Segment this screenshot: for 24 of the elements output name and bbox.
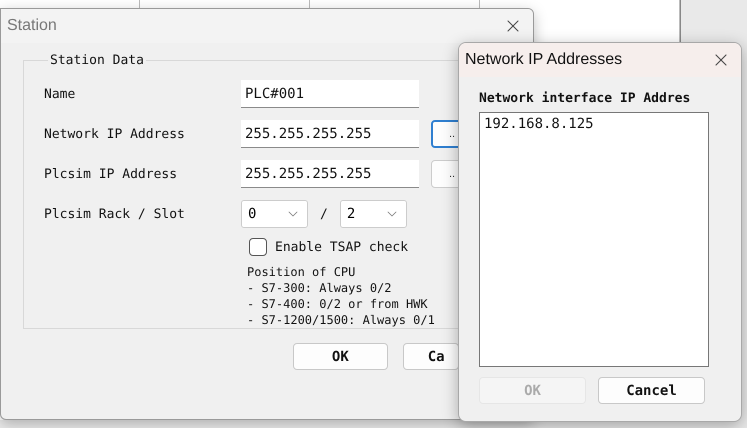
window-title: Network IP Addresses <box>465 51 622 69</box>
group-title: Station Data <box>49 53 145 68</box>
field-label: Network IP Address <box>44 126 186 142</box>
field-label: Name <box>44 86 76 102</box>
cancel-button[interactable]: Cancel <box>598 377 705 404</box>
input-field[interactable]: PLC#001 <box>241 80 419 108</box>
help-text: - S7-1200/1500: Always 0/1 <box>247 312 436 328</box>
checkbox-label: Enable TSAP check <box>275 240 408 254</box>
input-field[interactable]: 255.255.255.255 <box>241 120 419 148</box>
slot-dropdown[interactable]: 2 <box>340 200 407 228</box>
help-text: - S7-400: 0/2 or from HWK <box>247 296 429 312</box>
ok-button[interactable]: OK <box>293 343 388 370</box>
field-label: Plcsim Rack / Slot <box>44 206 186 222</box>
help-text: Position of CPU <box>247 264 356 280</box>
field-label: Plcsim IP Address <box>44 166 178 182</box>
window-title: Station <box>7 17 57 35</box>
checkbox[interactable] <box>249 238 267 256</box>
cancel-button[interactable]: Ca <box>402 343 459 370</box>
separator-text: / <box>320 206 328 222</box>
help-text: - S7-300: Always 0/2 <box>247 280 392 296</box>
list-item[interactable]: 192.168.8.125 <box>484 116 704 132</box>
list-label: Network interface IP Addres <box>479 91 692 106</box>
input-field[interactable]: 255.255.255.255 <box>241 160 419 188</box>
rack-dropdown[interactable]: 0 <box>241 200 308 228</box>
